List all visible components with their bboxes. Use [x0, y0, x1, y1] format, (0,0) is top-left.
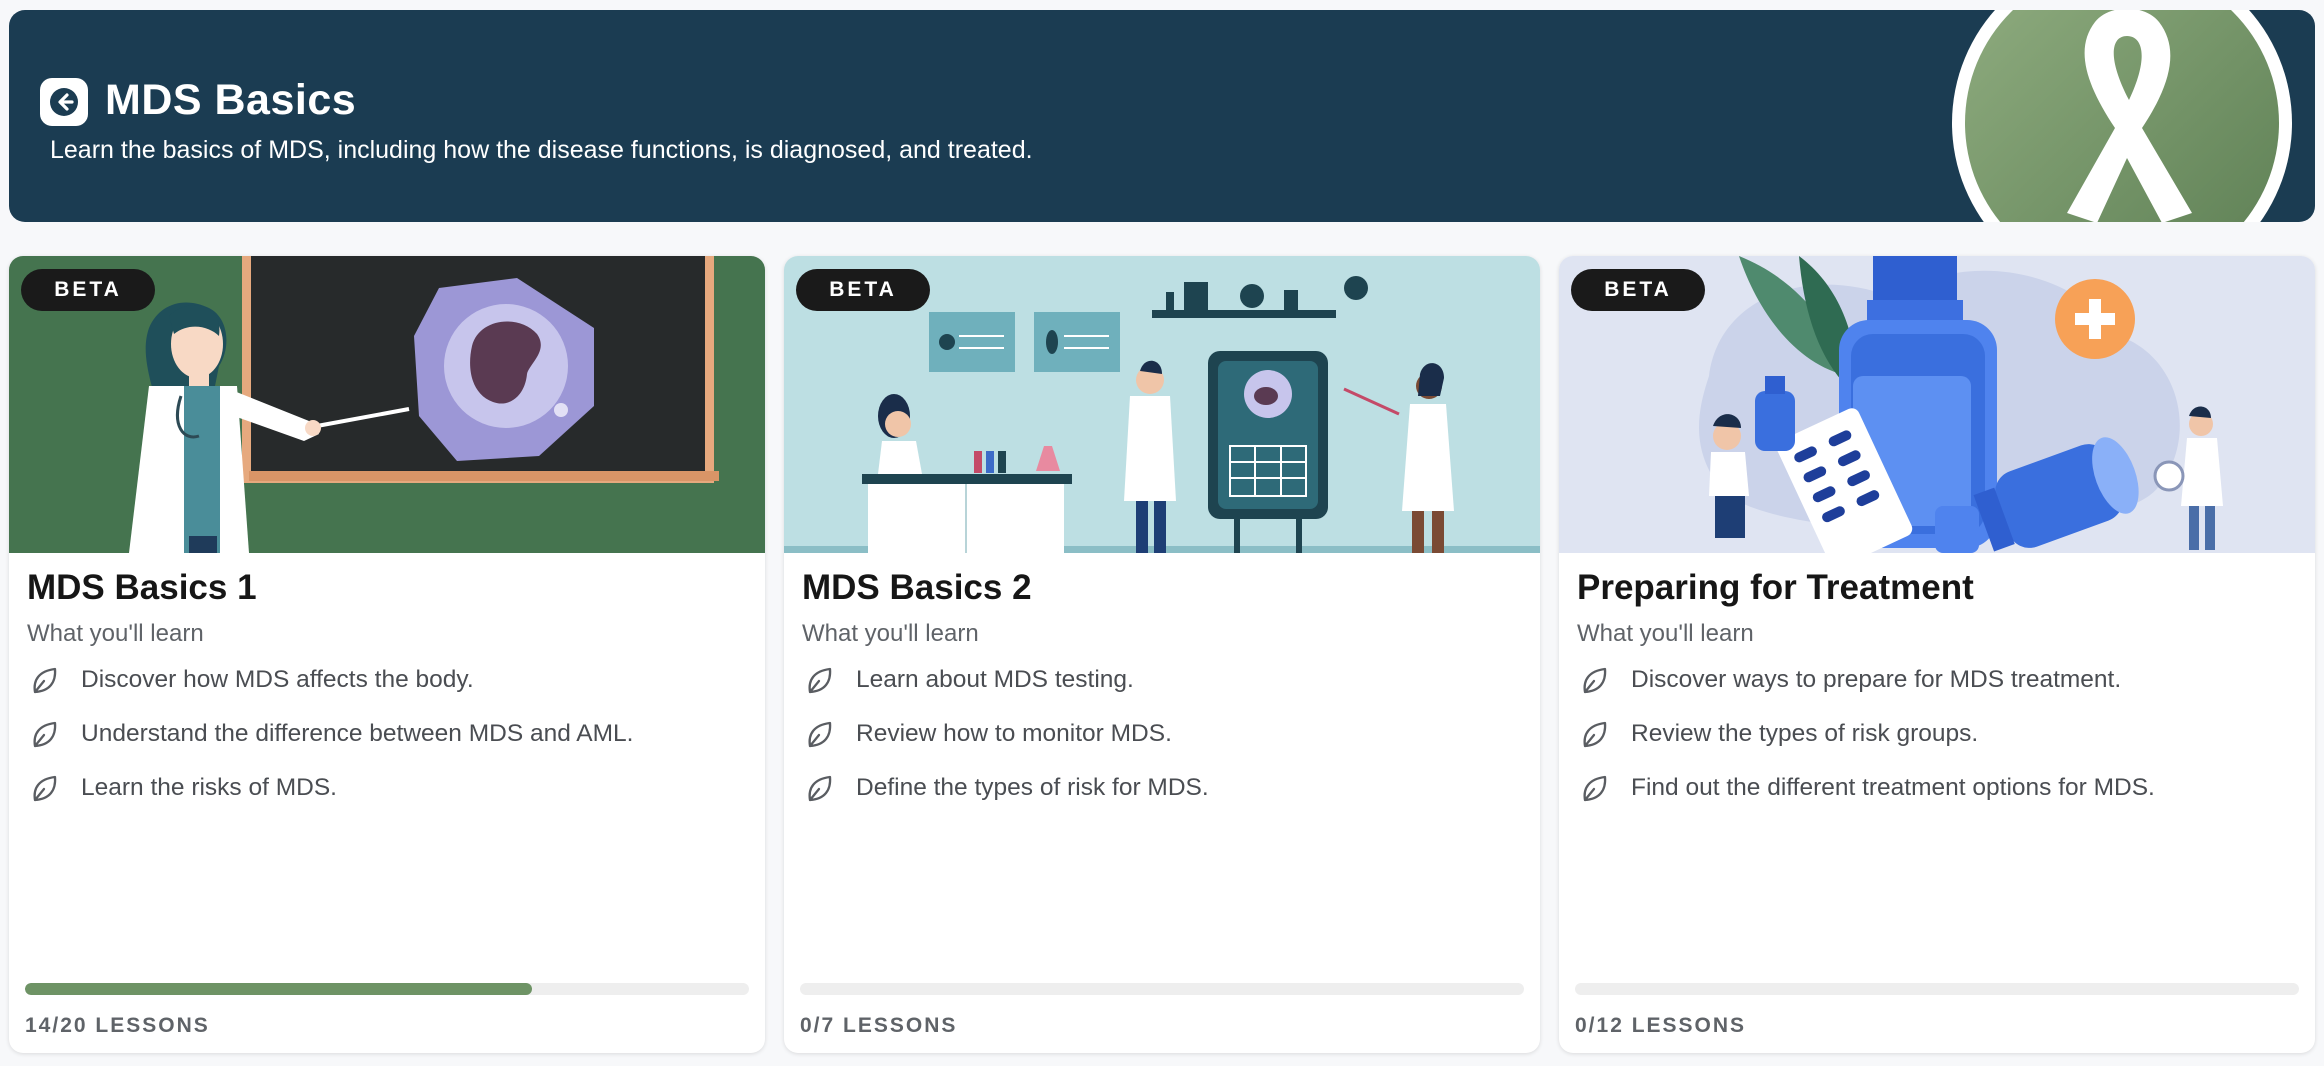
leaf-icon: [33, 721, 57, 748]
list-item-text: Learn about MDS testing.: [856, 666, 1134, 693]
list-item-text: Review the types of risk groups.: [1631, 720, 1979, 747]
progress-bar: [1575, 983, 2299, 995]
progress-bar: [25, 983, 749, 995]
lessons-count: 0/12 LESSONS: [1575, 1014, 1747, 1037]
card-subtitle: What you'll learn: [802, 620, 979, 647]
learn-list: Learn about MDS testing. Review how to m…: [802, 666, 1209, 828]
leaf-icon: [33, 667, 57, 694]
leaf-icon: [808, 775, 832, 802]
list-item: Learn about MDS testing.: [802, 666, 1209, 720]
leaf-icon: [808, 721, 832, 748]
list-item: Discover ways to prepare for MDS treatme…: [1577, 666, 2155, 720]
list-item: Discover how MDS affects the body.: [27, 666, 634, 720]
course-card[interactable]: BETA MDS Basics 2 What you'll learn Lear…: [784, 256, 1540, 1053]
list-item-text: Understand the difference between MDS an…: [81, 720, 634, 747]
course-card[interactable]: BETA Preparing for Treatment What you'll…: [1559, 256, 2315, 1053]
list-item-text: Discover ways to prepare for MDS treatme…: [1631, 666, 2122, 693]
page-title: MDS Basics: [105, 76, 357, 124]
card-title: MDS Basics 1: [27, 568, 257, 607]
leaf-icon: [808, 667, 832, 694]
beta-badge: BETA: [796, 269, 930, 311]
progress-bar: [800, 983, 1524, 995]
page-subtitle: Learn the basics of MDS, including how t…: [50, 136, 1033, 164]
list-item: Understand the difference between MDS an…: [27, 720, 634, 774]
course-header: MDS Basics Learn the basics of MDS, incl…: [9, 10, 2315, 222]
list-item: Review the types of risk groups.: [1577, 720, 2155, 774]
leaf-icon: [1583, 721, 1607, 748]
list-item-text: Review how to monitor MDS.: [856, 720, 1172, 747]
beta-badge: BETA: [1571, 269, 1705, 311]
back-button[interactable]: [40, 78, 88, 126]
list-item-text: Define the types of risk for MDS.: [856, 774, 1209, 801]
learn-list: Discover how MDS affects the body. Under…: [27, 666, 634, 828]
teacher-at-chalkboard-illustration: BETA: [9, 256, 765, 553]
laboratory-scientists-illustration: BETA: [784, 256, 1540, 553]
beta-badge: BETA: [21, 269, 155, 311]
card-title: Preparing for Treatment: [1577, 568, 1974, 607]
medication-bottles-illustration: BETA: [1559, 256, 2315, 553]
list-item-text: Learn the risks of MDS.: [81, 774, 337, 801]
card-subtitle: What you'll learn: [27, 620, 204, 647]
card-title: MDS Basics 2: [802, 568, 1032, 607]
list-item: Find out the different treatment options…: [1577, 774, 2155, 828]
list-item-text: Find out the different treatment options…: [1631, 774, 2155, 801]
lessons-count: 0/7 LESSONS: [800, 1014, 958, 1037]
course-card[interactable]: BETA MDS Basics 1 What you'll learn Disc…: [9, 256, 765, 1053]
leaf-icon: [1583, 667, 1607, 694]
learn-list: Discover ways to prepare for MDS treatme…: [1577, 666, 2155, 828]
card-subtitle: What you'll learn: [1577, 620, 1754, 647]
list-item: Learn the risks of MDS.: [27, 774, 634, 828]
lessons-count: 14/20 LESSONS: [25, 1014, 210, 1037]
list-item: Review how to monitor MDS.: [802, 720, 1209, 774]
awareness-ribbon-icon: [1952, 10, 2292, 222]
progress-fill: [25, 983, 532, 995]
list-item: Define the types of risk for MDS.: [802, 774, 1209, 828]
list-item-text: Discover how MDS affects the body.: [81, 666, 474, 693]
leaf-icon: [33, 775, 57, 802]
leaf-icon: [1583, 775, 1607, 802]
arrow-left-icon: [50, 88, 78, 116]
